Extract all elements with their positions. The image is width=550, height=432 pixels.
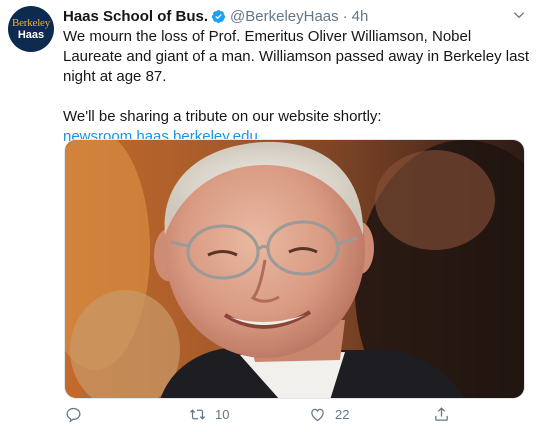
like-count: 22 (335, 407, 350, 422)
tweet-paragraph-2: We'll be sharing a tribute on our websit… (63, 108, 382, 125)
heart-icon (311, 408, 324, 422)
portrait-photo (65, 140, 524, 398)
avatar[interactable]: Berkeley Haas (8, 6, 54, 52)
retweet-icon (189, 409, 206, 420)
reply-icon (66, 407, 81, 423)
tweet-card[interactable]: Berkeley Haas Haas School of Bus. @Berke… (0, 0, 550, 432)
tweet-paragraph-1: We mourn the loss of Prof. Emeritus Oliv… (63, 28, 530, 85)
tweet-photo[interactable] (64, 139, 525, 399)
action-bar: 10 22 (63, 406, 533, 428)
tweet-header: Haas School of Bus. @BerkeleyHaas · 4h (63, 5, 533, 27)
avatar-line2: Haas (17, 28, 45, 41)
header-separator: · (342, 7, 348, 25)
account-name[interactable]: Haas School of Bus. (63, 8, 208, 25)
verified-badge-icon (211, 9, 226, 23)
retweet-count: 10 (215, 407, 230, 422)
reply-button[interactable] (65, 406, 91, 423)
share-icon (435, 407, 448, 421)
tweet-time[interactable]: 4h (352, 8, 369, 25)
tweet-text: We mourn the loss of Prof. Emeritus Oliv… (63, 27, 533, 147)
chevron-down-icon[interactable] (511, 7, 527, 23)
like-button[interactable]: 22 (309, 406, 349, 423)
account-handle[interactable]: @BerkeleyHaas (230, 8, 339, 25)
tweet-content: Haas School of Bus. @BerkeleyHaas · 4h W… (63, 5, 533, 147)
avatar-line1: Berkeley (11, 16, 51, 29)
share-button[interactable] (433, 406, 459, 423)
retweet-button[interactable]: 10 (189, 406, 229, 423)
